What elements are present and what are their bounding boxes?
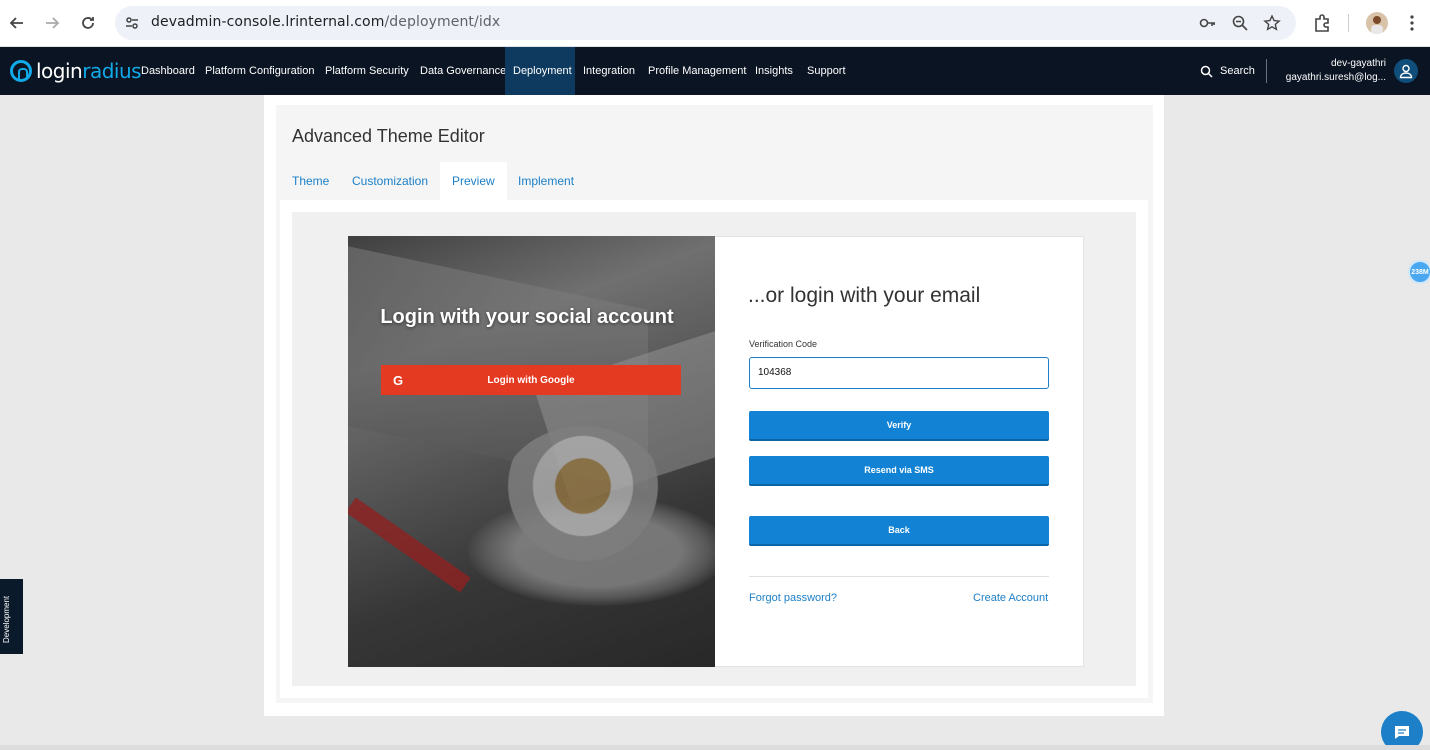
- forward-icon[interactable]: [41, 12, 63, 34]
- app-navbar: loginradius Dashboard Platform Configura…: [0, 47, 1430, 95]
- tab-preview[interactable]: Preview: [440, 162, 507, 200]
- google-login-button[interactable]: G Login with Google: [381, 365, 681, 395]
- verification-code-label: Verification Code: [749, 339, 818, 349]
- google-icon: G: [393, 373, 404, 388]
- profile-avatar[interactable]: [1366, 12, 1388, 34]
- nav-dashboard[interactable]: Dashboard: [141, 47, 195, 95]
- extensions-icon[interactable]: [1312, 13, 1332, 33]
- tab-customization[interactable]: Customization: [340, 162, 440, 200]
- menu-kebab-icon[interactable]: [1402, 13, 1422, 33]
- bookmark-star-icon[interactable]: [1263, 14, 1281, 32]
- toolbar-divider: [1348, 14, 1349, 32]
- nav-deployment[interactable]: Deployment: [505, 47, 575, 95]
- social-background-image: [348, 236, 715, 667]
- development-side-tab[interactable]: Development: [0, 579, 23, 654]
- create-account-link[interactable]: Create Account: [973, 592, 1048, 604]
- social-login-title: Login with your social account: [380, 306, 674, 328]
- loginradius-logo[interactable]: loginradius: [10, 59, 142, 83]
- development-label: Development: [2, 595, 11, 643]
- back-button[interactable]: Back: [749, 516, 1049, 546]
- google-login-label: Login with Google: [487, 374, 575, 386]
- nav-insights[interactable]: Insights: [755, 47, 793, 95]
- tab-theme[interactable]: Theme: [280, 162, 341, 200]
- zoom-icon[interactable]: [1231, 14, 1249, 32]
- search-label: Search: [1220, 65, 1255, 77]
- nav-data-governance[interactable]: Data Governance: [420, 47, 506, 95]
- back-icon[interactable]: [6, 12, 28, 34]
- nav-profile-management[interactable]: Profile Management: [648, 47, 746, 95]
- logo-text-login: login: [36, 59, 83, 83]
- address-bar[interactable]: devadmin-console.lrinternal.com/deployme…: [115, 6, 1296, 40]
- reload-icon[interactable]: [77, 12, 99, 34]
- verification-code-input[interactable]: 104368: [749, 357, 1049, 389]
- logo-mark-icon: [10, 60, 32, 82]
- user-info[interactable]: dev-gayathri gayathri.suresh@log...: [1286, 57, 1386, 85]
- key-icon[interactable]: [1199, 14, 1217, 32]
- logo-text-radius: radius: [82, 59, 142, 83]
- site-settings-icon[interactable]: [123, 14, 141, 32]
- email-login-title: ...or login with your email: [748, 284, 981, 307]
- user-email: gayathri.suresh@log...: [1285, 72, 1386, 83]
- floating-badge[interactable]: 238M: [1408, 260, 1430, 284]
- user-account-icon[interactable]: [1394, 59, 1418, 83]
- page-bottom-edge: [0, 745, 1430, 750]
- url-text: devadmin-console.lrinternal.com/deployme…: [151, 14, 501, 30]
- nav-search[interactable]: Search: [1200, 47, 1255, 95]
- nav-integration[interactable]: Integration: [583, 47, 635, 95]
- user-name: dev-gayathri: [1330, 58, 1386, 69]
- browser-toolbar: devadmin-console.lrinternal.com/deployme…: [0, 0, 1430, 47]
- nav-support[interactable]: Support: [807, 47, 846, 95]
- tab-implement[interactable]: Implement: [506, 162, 586, 200]
- nav-platform-configuration[interactable]: Platform Configuration: [205, 47, 314, 95]
- forgot-password-link[interactable]: Forgot password?: [749, 592, 837, 604]
- chat-icon: [1395, 726, 1409, 739]
- nav-divider: [1266, 59, 1267, 83]
- nav-platform-security[interactable]: Platform Security: [325, 47, 409, 95]
- page-title: Advanced Theme Editor: [292, 126, 485, 146]
- search-icon: [1200, 65, 1213, 78]
- resend-sms-button[interactable]: Resend via SMS: [749, 456, 1049, 486]
- form-divider: [749, 576, 1049, 577]
- verify-button[interactable]: Verify: [749, 411, 1049, 441]
